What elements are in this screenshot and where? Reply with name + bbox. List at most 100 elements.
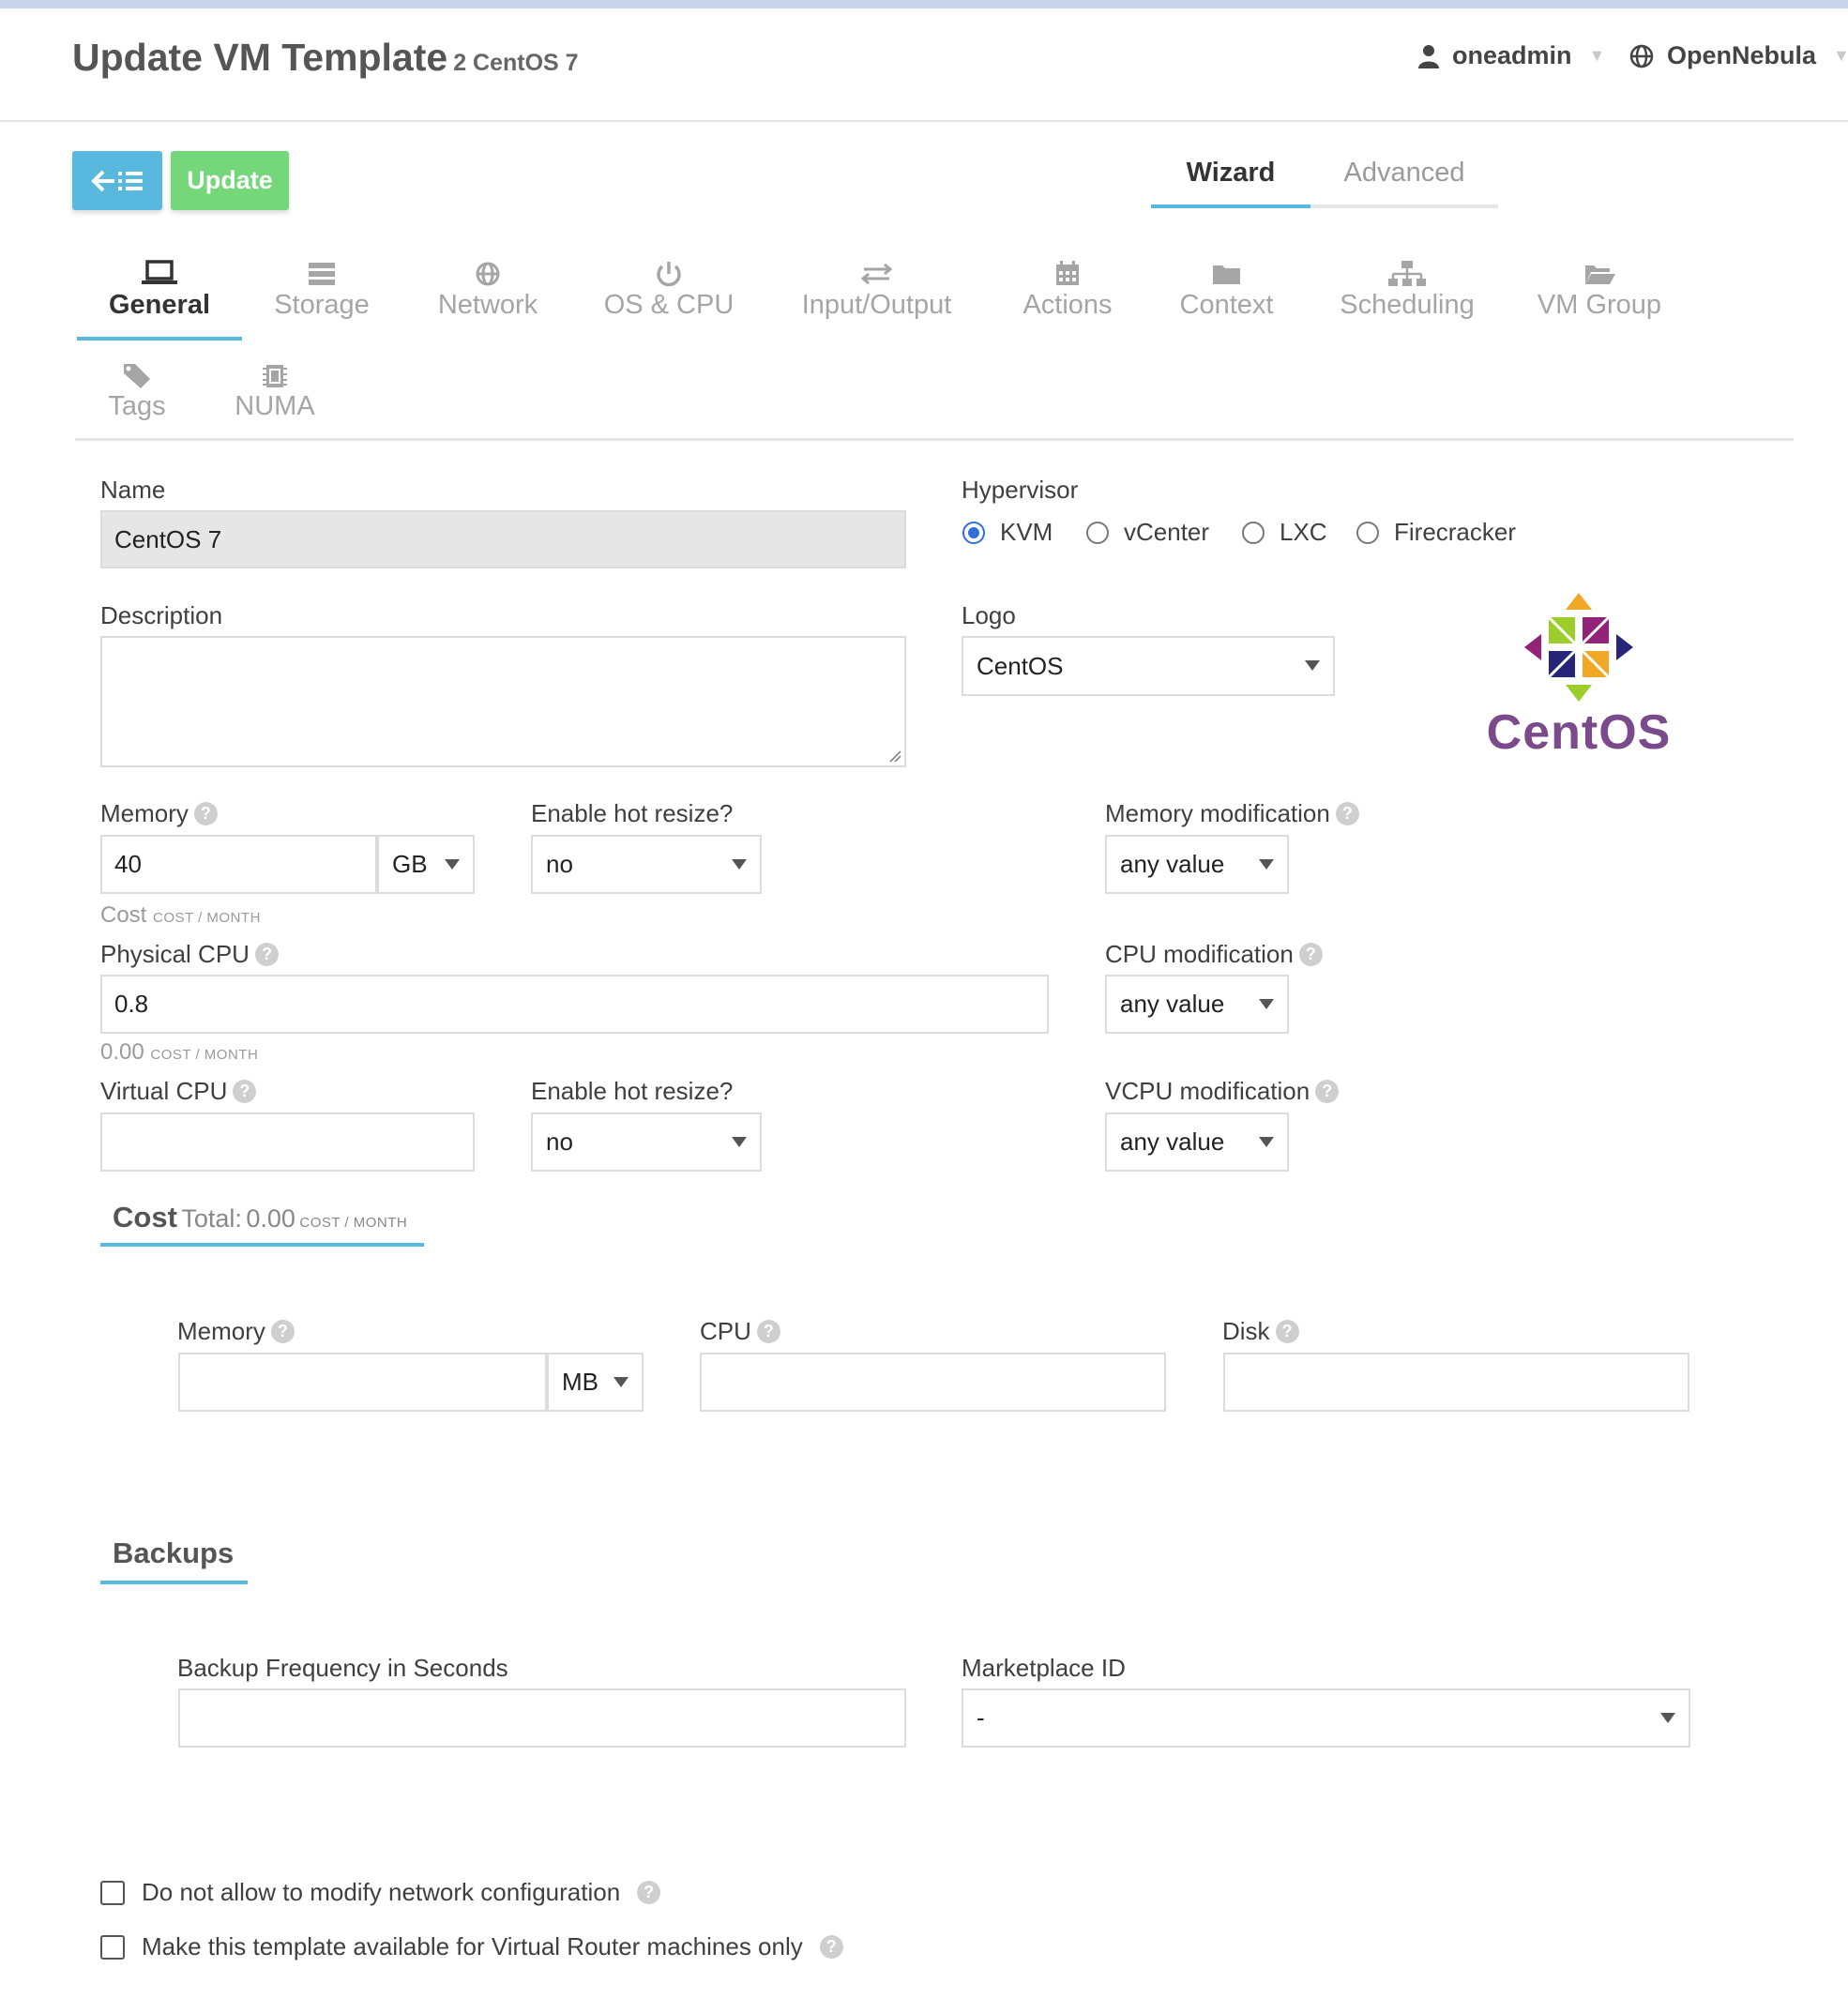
cpu-modification-label: CPU modification?	[1105, 940, 1323, 969]
chevron-down-icon	[732, 858, 747, 870]
help-icon[interactable]: ?	[254, 943, 279, 966]
back-to-list-button[interactable]	[72, 151, 162, 210]
vcpu-modification-select[interactable]: any value	[1105, 1113, 1289, 1172]
memory-modification-select[interactable]: any value	[1105, 835, 1289, 894]
cpu-modification-value: any value	[1120, 990, 1225, 1018]
help-icon[interactable]: ?	[1315, 1080, 1340, 1103]
help-icon[interactable]: ?	[819, 1935, 843, 1959]
help-icon[interactable]: ?	[270, 1320, 295, 1343]
tab-vm-group-label: VM Group	[1537, 290, 1662, 320]
globe-icon	[1629, 44, 1654, 68]
vcpu-hot-resize-select[interactable]: no	[531, 1113, 762, 1172]
name-input[interactable]: CentOS 7	[100, 510, 906, 568]
tab-scheduling-label: Scheduling	[1340, 290, 1475, 320]
tab-network[interactable]: Network	[422, 258, 553, 321]
physical-cpu-label: Physical CPU?	[100, 940, 279, 969]
no-network-mod-checkbox[interactable]	[100, 1880, 125, 1905]
tab-context-label: Context	[1179, 290, 1274, 320]
tab-scheduling[interactable]: Scheduling	[1337, 258, 1477, 321]
physical-cpu-cost-unit: COST / MONTH	[150, 1047, 259, 1063]
user-caret-icon: ▼	[1588, 46, 1606, 65]
tab-wizard[interactable]: Wizard	[1151, 158, 1310, 208]
backup-frequency-label: Backup Frequency in Seconds	[177, 1654, 508, 1682]
chevron-down-icon	[1305, 660, 1320, 671]
vcpu-modification-label-text: VCPU modification	[1105, 1077, 1310, 1105]
memory-hot-resize-label: Enable hot resize?	[531, 799, 734, 827]
logo-select[interactable]: CentOS	[962, 636, 1335, 696]
update-button[interactable]: Update	[171, 151, 289, 210]
tab-input-output[interactable]: Input/Output	[795, 258, 959, 321]
tab-actions-label: Actions	[1022, 290, 1113, 320]
help-icon[interactable]: ?	[193, 802, 218, 825]
chevron-down-icon	[445, 858, 460, 870]
physical-cpu-label-text: Physical CPU	[100, 940, 250, 968]
tab-advanced[interactable]: Advanced	[1310, 158, 1498, 208]
virtual-cpu-input[interactable]	[100, 1113, 475, 1172]
description-label: Description	[100, 601, 223, 629]
tag-icon	[124, 364, 150, 388]
chevron-down-icon	[1259, 858, 1274, 870]
help-icon[interactable]: ?	[1335, 802, 1359, 825]
no-network-mod-option[interactable]: Do not allow to modify network configura…	[100, 1878, 661, 1907]
hypervisor-lxc-radio[interactable]	[1242, 521, 1265, 544]
resize-grip-icon[interactable]	[888, 749, 901, 763]
tab-storage[interactable]: Storage	[265, 258, 378, 321]
chip-icon	[263, 365, 287, 387]
vrouter-only-option[interactable]: Make this template available for Virtual…	[100, 1932, 843, 1961]
cost-disk-input[interactable]	[1223, 1353, 1689, 1412]
tab-numa[interactable]: NUMA	[228, 359, 322, 422]
memory-cost: Cost COST / MONTH	[100, 902, 261, 929]
help-icon[interactable]: ?	[1298, 943, 1323, 966]
help-icon[interactable]: ?	[1275, 1320, 1299, 1343]
exchange-icon	[860, 263, 893, 285]
chevron-down-icon	[732, 1136, 747, 1147]
globe-icon	[476, 262, 500, 286]
physical-cpu-input[interactable]: 0.8	[100, 975, 1049, 1034]
cost-section-title: Cost Total: 0.00 COST / MONTH	[113, 1201, 407, 1234]
vcpu-hot-resize-value: no	[546, 1128, 573, 1156]
memory-input[interactable]: 40	[100, 835, 377, 894]
memory-hot-resize-select[interactable]: no	[531, 835, 762, 894]
cost-total-label: Total:	[181, 1204, 242, 1233]
zone-menu[interactable]: OpenNebula ▼	[1629, 41, 1848, 70]
backup-frequency-input[interactable]	[178, 1688, 906, 1748]
cost-section-underline	[100, 1243, 424, 1247]
hypervisor-kvm-option[interactable]: KVM	[962, 518, 1053, 547]
memory-label-text: Memory	[100, 799, 189, 827]
cost-memory-unit-select[interactable]: MB	[547, 1353, 644, 1412]
tab-numa-label: NUMA	[235, 391, 315, 421]
centos-logo-mark	[1524, 593, 1633, 702]
centos-logo: CentOS	[1485, 591, 1673, 769]
tab-vm-group[interactable]: VM Group	[1529, 258, 1670, 321]
memory-modification-value: any value	[1120, 850, 1225, 878]
tab-os-cpu[interactable]: OS & CPU	[598, 258, 739, 321]
tab-general-label: General	[109, 290, 210, 320]
vrouter-only-checkbox[interactable]	[100, 1934, 125, 1960]
cost-memory-input[interactable]	[178, 1353, 547, 1412]
help-icon[interactable]: ?	[233, 1080, 257, 1103]
hypervisor-lxc-label: LXC	[1280, 518, 1327, 546]
tab-context[interactable]: Context	[1173, 258, 1280, 321]
description-textarea[interactable]	[100, 636, 906, 767]
hypervisor-vcenter-radio[interactable]	[1086, 521, 1109, 544]
cost-cpu-input[interactable]	[700, 1353, 1166, 1412]
help-icon[interactable]: ?	[756, 1320, 780, 1343]
tab-actions[interactable]: Actions	[1016, 258, 1119, 321]
memory-unit-select[interactable]: GB	[377, 835, 475, 894]
cost-cpu-label-text: CPU	[700, 1317, 751, 1345]
hypervisor-firecracker-radio[interactable]	[1356, 521, 1379, 544]
marketplace-id-select[interactable]: -	[962, 1688, 1690, 1748]
help-icon[interactable]: ?	[637, 1881, 661, 1904]
hypervisor-firecracker-option[interactable]: Firecracker	[1356, 518, 1516, 547]
cost-cpu-label: CPU?	[700, 1317, 780, 1346]
hypervisor-lxc-option[interactable]: LXC	[1242, 518, 1327, 547]
user-menu[interactable]: oneadmin ▼	[1418, 41, 1605, 70]
hypervisor-label: Hypervisor	[962, 476, 1079, 504]
memory-modification-label: Memory modification?	[1105, 799, 1359, 828]
user-name: oneadmin	[1452, 41, 1572, 69]
hypervisor-vcenter-option[interactable]: vCenter	[1086, 518, 1209, 547]
tab-tags[interactable]: Tags	[99, 359, 174, 422]
tab-general[interactable]: General	[103, 258, 216, 321]
cpu-modification-select[interactable]: any value	[1105, 975, 1289, 1034]
hypervisor-kvm-radio[interactable]	[962, 521, 985, 544]
